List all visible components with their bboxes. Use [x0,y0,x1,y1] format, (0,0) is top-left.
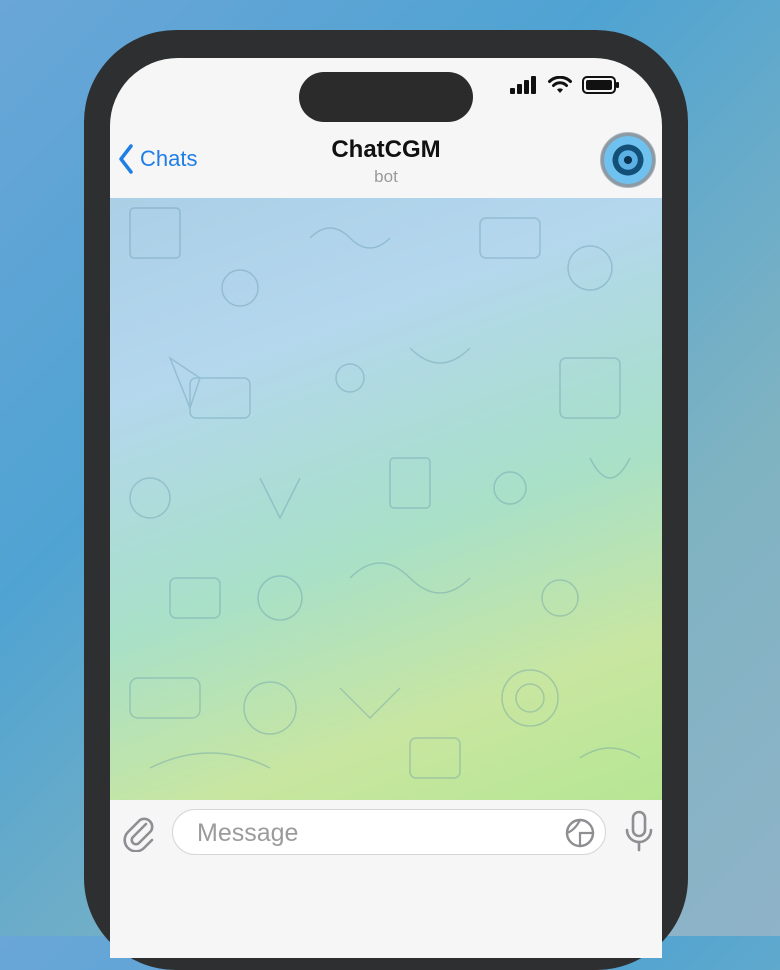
message-composer [110,800,662,958]
microphone-icon[interactable] [622,810,656,852]
paperclip-icon[interactable] [122,814,156,852]
avatar[interactable] [600,132,656,188]
battery-icon [582,76,619,94]
dynamic-island [299,72,473,122]
message-field[interactable] [172,809,606,856]
sticker-icon[interactable] [565,818,595,848]
wifi-icon [548,76,572,93]
chat-subtitle: bot [374,167,398,186]
wallpaper-pattern [129,207,641,779]
signal-icon [510,76,536,94]
chat-title[interactable]: ChatCGM [110,136,662,164]
message-input[interactable] [195,810,559,856]
phone-screen: Chats ChatCGM bot [110,58,662,958]
chat-header[interactable]: ChatCGM bot [110,136,662,187]
status-bar [510,76,620,94]
chat-wallpaper [110,198,662,800]
